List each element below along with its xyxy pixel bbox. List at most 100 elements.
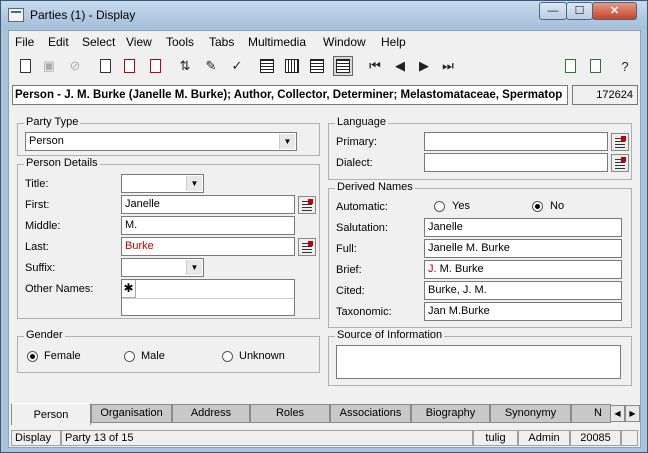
party-type-label: Party Type <box>24 116 81 128</box>
lookup-icon[interactable] <box>611 154 629 172</box>
party-type-group: Party Type Person ▼ <box>17 116 320 156</box>
status-bar: Display Party 13 of 15 tulig Admin 20085 <box>9 429 640 447</box>
status-mode: Display <box>11 430 61 446</box>
other-names-grid[interactable]: ✱ <box>121 279 295 316</box>
brief-rest: M. Burke <box>436 263 484 275</box>
salutation-field[interactable]: Janelle <box>424 218 622 237</box>
tab-synonymy[interactable]: Synonymy <box>490 404 571 423</box>
next-record-icon[interactable]: ▶ <box>414 56 434 76</box>
menu-tools[interactable]: Tools <box>166 35 194 49</box>
gender-female-label: Female <box>44 350 81 362</box>
dialect-label: Dialect: <box>336 157 373 169</box>
tab-address[interactable]: Address <box>172 404 250 423</box>
help-icon[interactable]: ? <box>615 56 635 76</box>
save-icon: ▣ <box>42 58 56 73</box>
maximize-button[interactable]: ☐ <box>566 2 593 20</box>
gender-male-label: Male <box>141 350 165 362</box>
gender-unknown-radio[interactable] <box>222 351 233 362</box>
print-current-icon[interactable] <box>145 56 165 76</box>
menu-view[interactable]: View <box>126 35 152 49</box>
status-number: 20085 <box>570 430 621 446</box>
close-button[interactable]: ✕ <box>592 2 637 20</box>
brief-name-field[interactable]: J. M. Burke <box>424 260 622 279</box>
primary-label: Primary: <box>336 136 377 148</box>
new-icon[interactable] <box>15 56 35 76</box>
automatic-no-radio[interactable] <box>532 201 543 212</box>
last-record-icon[interactable]: ⏭ <box>438 56 458 76</box>
automatic-yes-radio[interactable] <box>434 201 445 212</box>
tab-notes[interactable]: N <box>571 404 611 423</box>
primary-language-field[interactable] <box>424 132 608 151</box>
chevron-down-icon[interactable]: ▼ <box>279 134 295 149</box>
lookup-icon[interactable] <box>298 196 316 214</box>
chevron-down-icon[interactable]: ▼ <box>186 176 202 191</box>
taxonomic-name-field[interactable]: Jan M.Burke <box>424 302 622 321</box>
tab-roles[interactable]: Roles <box>250 404 330 423</box>
source-field[interactable] <box>336 345 621 379</box>
window-title: Parties (1) - Display <box>30 8 136 22</box>
derived-names-label: Derived Names <box>335 181 415 193</box>
status-role: Admin <box>518 430 570 446</box>
tab-scroll-right-icon[interactable]: ▶ <box>625 405 640 422</box>
tab-biography[interactable]: Biography <box>411 404 490 423</box>
chevron-down-icon[interactable]: ▼ <box>186 260 202 275</box>
first-record-icon[interactable]: ⏮ <box>365 56 385 76</box>
last-name-field[interactable]: Burke <box>121 237 295 256</box>
resize-grip-icon[interactable] <box>621 430 638 446</box>
source-group: Source of Information <box>328 329 632 386</box>
page-view-icon[interactable] <box>307 56 327 76</box>
dialect-field[interactable] <box>424 153 608 172</box>
minimize-button[interactable]: — <box>539 2 567 20</box>
suffix-label: Suffix: <box>25 262 56 274</box>
source-label: Source of Information <box>335 329 445 341</box>
sort-icon[interactable]: ⇅ <box>175 56 195 76</box>
full-name-field[interactable]: Janelle M. Burke <box>424 239 622 258</box>
print-icon[interactable] <box>95 56 115 76</box>
automatic-no-label: No <box>550 200 565 212</box>
party-type-value: Person <box>29 135 64 147</box>
menu-edit[interactable]: Edit <box>48 35 69 49</box>
derived-names-group: Derived Names Automatic: Yes No Salutati… <box>328 181 632 328</box>
gender-male-radio[interactable] <box>124 351 135 362</box>
lookup-icon[interactable] <box>611 133 629 151</box>
suffix-select[interactable]: ▼ <box>121 258 204 277</box>
grid-view-icon[interactable] <box>282 56 302 76</box>
menu-tabs[interactable]: Tabs <box>209 35 234 49</box>
brief-label: Brief: <box>336 264 362 276</box>
tab-organisation[interactable]: Organisation <box>91 404 172 423</box>
duplicate-icon[interactable] <box>585 56 605 76</box>
spellcheck-icon[interactable]: ✓ <box>227 56 247 76</box>
tab-strip: Person Organisation Address Roles Associ… <box>9 403 640 427</box>
client-area: File Edit Select View Tools Tabs Multime… <box>8 30 641 448</box>
edit-notes-icon[interactable]: ✎ <box>201 56 221 76</box>
status-user: tulig <box>473 430 518 446</box>
form-view-icon[interactable] <box>257 56 277 76</box>
copy-icon[interactable] <box>560 56 580 76</box>
gender-female-radio[interactable] <box>27 351 38 362</box>
menu-help[interactable]: Help <box>381 35 406 49</box>
first-name-field[interactable]: Janelle <box>121 195 295 214</box>
menu-select[interactable]: Select <box>82 35 115 49</box>
gender-group: Gender Female Male Unknown <box>17 329 320 373</box>
menu-file[interactable]: File <box>15 35 34 49</box>
cited-name-field[interactable]: Burke, J. M. <box>424 281 622 300</box>
menu-multimedia[interactable]: Multimedia <box>248 35 306 49</box>
title-bar[interactable]: Parties (1) - Display — ☐ ✕ <box>1 1 647 29</box>
party-type-select[interactable]: Person ▼ <box>25 132 297 151</box>
parties-window: Parties (1) - Display — ☐ ✕ File Edit Se… <box>0 0 648 453</box>
gender-unknown-label: Unknown <box>239 350 285 362</box>
new-row-icon: ✱ <box>122 280 136 298</box>
record-view-icon[interactable] <box>333 56 353 76</box>
tab-person[interactable]: Person <box>11 403 91 425</box>
cancel-icon: ⊘ <box>69 58 81 73</box>
print-all-icon[interactable] <box>119 56 139 76</box>
app-window-icon <box>8 8 24 22</box>
tab-associations[interactable]: Associations <box>330 404 411 423</box>
title-select[interactable]: ▼ <box>121 174 204 193</box>
last-label: Last: <box>25 241 49 253</box>
previous-record-icon[interactable]: ◀ <box>390 56 410 76</box>
middle-name-field[interactable]: M. <box>121 216 295 235</box>
menu-window[interactable]: Window <box>323 35 366 49</box>
tab-scroll-left-icon[interactable]: ◀ <box>610 405 625 422</box>
lookup-icon[interactable] <box>298 238 316 256</box>
